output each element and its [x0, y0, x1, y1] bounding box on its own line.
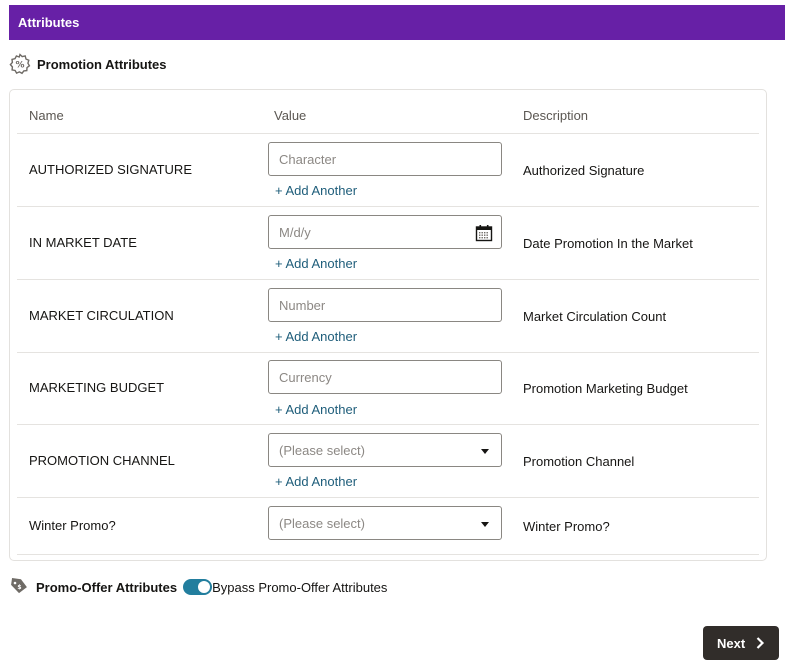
- add-another-link[interactable]: + Add Another: [275, 474, 357, 489]
- svg-text:$: $: [17, 584, 21, 591]
- input-placeholder: Currency: [279, 369, 332, 385]
- table-header: Name Value Description: [17, 90, 759, 134]
- winter-promo-select[interactable]: (Please select): [268, 506, 502, 540]
- add-another-link[interactable]: + Add Another: [275, 329, 357, 344]
- attribute-name: AUTHORIZED SIGNATURE: [29, 162, 192, 177]
- attributes-card: Name Value Description AUTHORIZED SIGNAT…: [9, 89, 767, 561]
- dropdown-caret-icon: [481, 449, 489, 454]
- input-placeholder: Character: [279, 151, 337, 167]
- header-title: Attributes: [18, 15, 80, 30]
- attribute-description: Authorized Signature: [523, 163, 645, 178]
- marketing-budget-input[interactable]: Currency: [268, 360, 502, 394]
- in-market-date-input[interactable]: M/d/y: [268, 215, 502, 249]
- column-header-name: Name: [29, 108, 64, 123]
- dropdown-caret-icon: [481, 522, 489, 527]
- attribute-description: Market Circulation Count: [523, 309, 667, 324]
- market-circulation-input[interactable]: Number: [268, 288, 502, 322]
- chevron-right-icon: [755, 636, 765, 650]
- bypass-toggle-label[interactable]: Bypass Promo-Offer Attributes: [212, 580, 387, 595]
- add-another-link[interactable]: + Add Another: [275, 256, 357, 271]
- authorized-signature-input[interactable]: Character: [268, 142, 502, 176]
- percent-badge-icon: %: [9, 53, 31, 75]
- table-row-promotion-channel: PROMOTION CHANNEL (Please select) + Add …: [17, 425, 759, 498]
- input-placeholder: Number: [279, 297, 326, 313]
- next-button-label: Next: [717, 635, 746, 651]
- attribute-name: IN MARKET DATE: [29, 235, 137, 250]
- svg-text:%: %: [15, 61, 24, 71]
- attribute-description: Winter Promo?: [523, 519, 610, 534]
- attribute-description: Promotion Channel: [523, 454, 635, 469]
- select-value: (Please select): [279, 515, 365, 531]
- bypass-promo-offer-toggle[interactable]: [183, 579, 213, 595]
- toggle-knob: [198, 581, 211, 593]
- attribute-description: Promotion Marketing Budget: [523, 381, 688, 396]
- column-header-value: Value: [274, 108, 307, 123]
- calendar-icon[interactable]: [475, 224, 493, 242]
- table-row-winter-promo: Winter Promo? (Please select) Winter Pro…: [17, 498, 759, 555]
- input-placeholder: M/d/y: [279, 224, 311, 240]
- attribute-name: PROMOTION CHANNEL: [29, 453, 175, 468]
- attributes-table: Name Value Description AUTHORIZED SIGNAT…: [17, 90, 759, 555]
- promo-offer-section: $ Promo-Offer Attributes Bypass Promo-Of…: [9, 576, 387, 598]
- table-row-in-market-date: IN MARKET DATE M/d/y + Add Another Date …: [17, 207, 759, 280]
- tag-icon: $: [9, 577, 29, 597]
- column-header-description: Description: [523, 108, 589, 123]
- add-another-link[interactable]: + Add Another: [275, 402, 357, 417]
- promo-offer-title: Promo-Offer Attributes: [36, 579, 178, 595]
- attribute-name: MARKET CIRCULATION: [29, 308, 174, 323]
- promotion-channel-select[interactable]: (Please select): [268, 433, 502, 467]
- attributes-header: Attributes: [9, 5, 785, 40]
- promotion-attributes-section: % Promotion Attributes: [9, 53, 167, 75]
- attribute-name: MARKETING BUDGET: [29, 380, 165, 395]
- attribute-description: Date Promotion In the Market: [523, 236, 693, 251]
- table-row-market-circulation: MARKET CIRCULATION Number + Add Another …: [17, 280, 759, 353]
- table-row-marketing-budget: MARKETING BUDGET Currency + Add Another …: [17, 353, 759, 425]
- add-another-link[interactable]: + Add Another: [275, 183, 357, 198]
- select-value: (Please select): [279, 442, 365, 458]
- table-row-authorized-signature: AUTHORIZED SIGNATURE Character + Add Ano…: [17, 134, 759, 207]
- attribute-name: Winter Promo?: [29, 518, 116, 533]
- promotion-attributes-title: Promotion Attributes: [37, 56, 167, 72]
- next-button[interactable]: Next: [703, 626, 779, 660]
